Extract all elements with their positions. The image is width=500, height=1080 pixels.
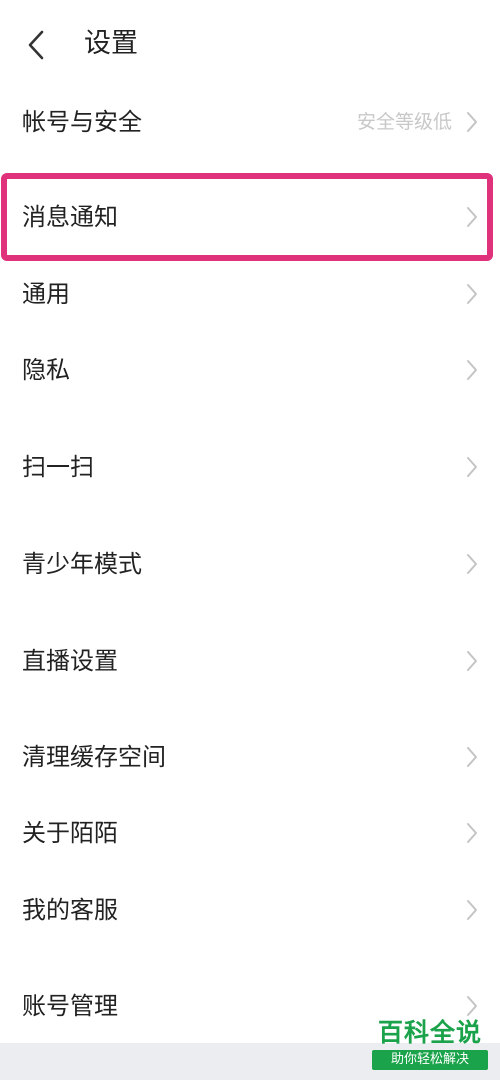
- settings-item-about[interactable]: 关于陌陌: [0, 798, 500, 868]
- header-bar: 设置: [0, 0, 500, 90]
- settings-item-privacy[interactable]: 隐私: [0, 335, 500, 405]
- security-level-value: 安全等级低: [356, 111, 452, 133]
- chevron-right-icon: [467, 284, 477, 304]
- watermark-logo: 百科全说 助你轻松解决: [372, 1018, 488, 1070]
- settings-item-account-security[interactable]: 帐号与安全 安全等级低: [0, 87, 500, 157]
- settings-item-label: 我的客服: [22, 896, 118, 924]
- chevron-right-icon: [467, 360, 477, 380]
- settings-item-label: 青少年模式: [22, 550, 142, 578]
- settings-item-label: 清理缓存空间: [22, 743, 166, 771]
- settings-item-label: 账号管理: [22, 992, 118, 1020]
- settings-item-label: 扫一扫: [22, 453, 94, 481]
- settings-item-label: 隐私: [22, 356, 70, 384]
- settings-item-teen-mode[interactable]: 青少年模式: [0, 529, 500, 599]
- settings-item-live-settings[interactable]: 直播设置: [0, 626, 500, 696]
- settings-item-label: 通用: [22, 280, 70, 308]
- chevron-right-icon: [467, 823, 477, 843]
- chevron-right-icon: [467, 457, 477, 477]
- watermark-title: 百科全说: [377, 1018, 482, 1047]
- watermark-subtitle: 助你轻松解决: [372, 1050, 488, 1070]
- page-title: 设置: [84, 28, 138, 59]
- settings-item-label: 关于陌陌: [22, 819, 118, 847]
- settings-item-customer-service[interactable]: 我的客服: [0, 875, 500, 945]
- chevron-right-icon: [467, 996, 477, 1016]
- chevron-right-icon: [467, 747, 477, 767]
- chevron-right-icon: [467, 554, 477, 574]
- highlight-box: [1, 173, 493, 261]
- chevron-right-icon: [467, 651, 477, 671]
- settings-item-scan[interactable]: 扫一扫: [0, 432, 500, 502]
- back-button[interactable]: [14, 20, 58, 70]
- chevron-right-icon: [467, 112, 477, 132]
- chevron-right-icon: [467, 900, 477, 920]
- settings-item-general[interactable]: 通用: [0, 259, 500, 329]
- settings-item-clear-cache[interactable]: 清理缓存空间: [0, 722, 500, 792]
- settings-item-label: 帐号与安全: [22, 108, 142, 136]
- chevron-left-icon: [28, 30, 44, 60]
- settings-item-label: 直播设置: [22, 647, 118, 675]
